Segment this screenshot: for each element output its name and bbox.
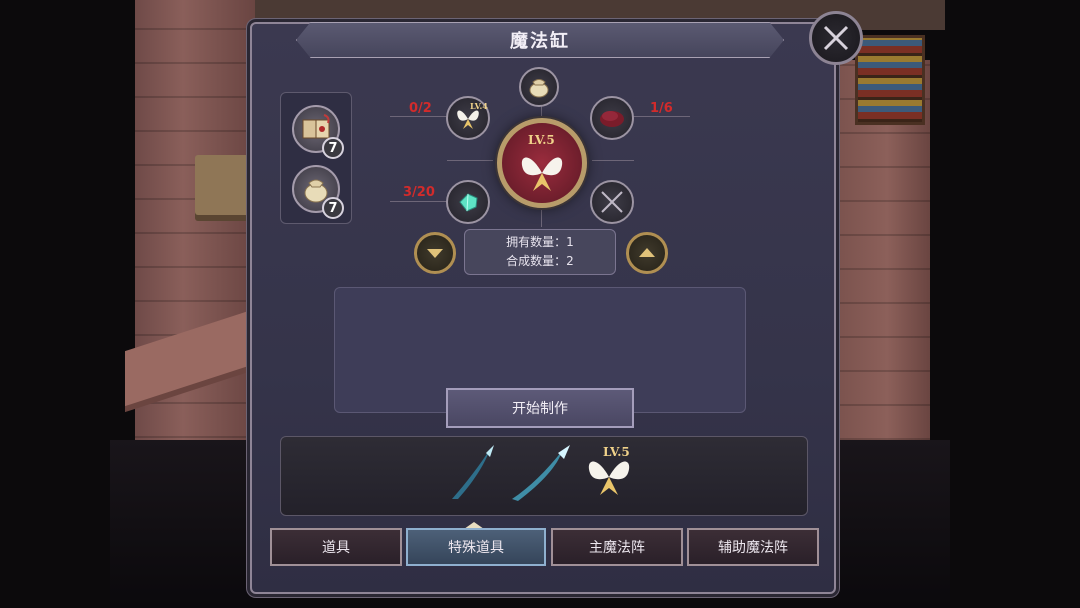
fairy-wings-icon xyxy=(521,157,563,191)
result-slot[interactable]: LV.5 xyxy=(497,118,587,208)
ingredient-slot-crystal[interactable] xyxy=(446,180,490,224)
close-icon xyxy=(823,25,849,51)
requirement-fraction: 0/2 xyxy=(409,101,432,116)
tab-main-magic-circle[interactable]: 主魔法阵 xyxy=(551,528,683,566)
close-button[interactable] xyxy=(809,11,863,65)
tab-auxiliary-magic-circle[interactable]: 辅助魔法阵 xyxy=(687,528,819,566)
requirement-fraction: 1/6 xyxy=(650,101,673,116)
level-down-button[interactable] xyxy=(414,232,456,274)
result-preview-strip xyxy=(280,436,808,516)
level-up-button[interactable] xyxy=(626,232,668,274)
panel-title: 魔法缸 xyxy=(510,31,570,52)
blade-icon xyxy=(452,445,494,499)
scene-desk xyxy=(195,155,255,215)
empty-slot-icon xyxy=(601,191,623,213)
ingredient-slot-beret[interactable] xyxy=(590,96,634,140)
chevron-down-icon xyxy=(427,249,443,258)
scene-bookshelf xyxy=(855,35,925,125)
ingredient-slot-fairy-wings[interactable]: LV.4 xyxy=(446,96,490,140)
material-count: 7 xyxy=(322,197,344,219)
panel-title-bar: 魔法缸 xyxy=(296,22,784,58)
material-slot-pouch[interactable]: 7 xyxy=(292,165,344,219)
connector-line xyxy=(632,116,690,117)
chevron-up-icon xyxy=(639,248,655,257)
blade-icon xyxy=(512,445,570,501)
materials-column: 7 7 xyxy=(280,92,352,224)
craft-quantity: 合成数量：2 xyxy=(506,254,574,268)
connector-line xyxy=(447,160,493,161)
ingredient-slot-empty[interactable] xyxy=(590,180,634,224)
connector-line xyxy=(592,160,634,161)
quantity-info-box: 拥有数量：1 合成数量：2 xyxy=(464,229,616,275)
ingredient-slot-pouch[interactable] xyxy=(519,67,559,107)
crystal-gem-icon xyxy=(459,193,478,212)
connector-line xyxy=(390,201,450,202)
pouch-icon xyxy=(529,79,549,98)
material-count: 7 xyxy=(322,137,344,159)
start-craft-button[interactable]: 开始制作 xyxy=(446,388,634,428)
ingredient-level: LV.4 xyxy=(470,101,488,111)
connector-line xyxy=(390,116,450,117)
tab-special-items[interactable]: 特殊道具 xyxy=(406,528,546,566)
preview-level: LV.5 xyxy=(603,445,630,459)
tab-items[interactable]: 道具 xyxy=(270,528,402,566)
connector-line xyxy=(541,209,542,227)
material-slot-spellbook[interactable]: 7 xyxy=(292,105,344,159)
requirement-fraction: 3/20 xyxy=(403,185,435,200)
owned-quantity: 拥有数量：1 xyxy=(506,235,574,249)
beret-icon xyxy=(600,111,624,127)
